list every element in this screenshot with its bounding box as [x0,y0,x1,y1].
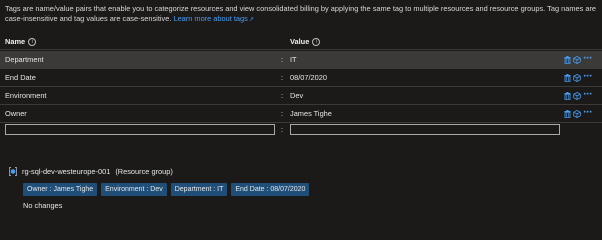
delete-icon[interactable] [563,109,571,118]
row-actions: ··· [563,109,592,118]
more-options-icon[interactable]: ··· [583,73,592,82]
tag-chip: Environment : Dev [101,183,167,196]
value-column-header: Value i [290,37,321,46]
tag-chip: End Date : 08/07/2020 [231,183,310,196]
delete-icon[interactable] [563,55,571,64]
tags-description: Tags are name/value pairs that enable yo… [5,4,597,25]
tag-chip: Owner : James Tighe [23,183,98,196]
tag-colon: : [281,73,284,82]
resource-group-icon [9,167,17,176]
tag-name: Owner [5,109,27,118]
name-header-label: Name [5,37,26,46]
divider [0,122,602,123]
more-options-icon[interactable]: ··· [583,55,592,64]
info-icon[interactable]: i [28,37,37,46]
more-options-icon[interactable]: ··· [583,91,592,100]
tag-row[interactable]: Department : IT ··· [0,51,602,68]
new-tag-colon: : [281,125,284,134]
value-header-label: Value [290,37,310,46]
tag-chips: Owner : James Tighe Environment : Dev De… [23,183,310,196]
divider [0,49,602,50]
resource-cube-icon[interactable] [573,55,581,64]
tag-colon: : [281,91,284,100]
tag-chip: Department : IT [170,183,228,196]
external-link-icon: ↗ [248,17,254,23]
resource-group-type: (Resource group) [115,167,173,176]
new-tag-value-input[interactable] [290,124,560,135]
tag-colon: : [281,109,284,118]
resource-group-name: rg-sql-dev-westeurope-001 [22,167,111,176]
row-actions: ··· [563,73,592,82]
tag-name: Environment [5,91,47,100]
tag-name: Department [5,55,44,64]
description-text: Tags are name/value pairs that enable yo… [5,4,597,23]
row-actions: ··· [563,91,592,100]
change-status: No changes [23,201,63,210]
tag-row[interactable]: Owner : James Tighe ··· [0,105,602,122]
tag-row[interactable]: Environment : Dev ··· [0,87,602,104]
resource-group-header: rg-sql-dev-westeurope-001 (Resource grou… [9,167,173,176]
tag-value: IT [290,55,297,64]
tag-name: End Date [5,73,36,82]
tag-colon: : [281,55,284,64]
tag-value: 08/07/2020 [290,73,327,82]
name-column-header: Name i [5,37,37,46]
resource-cube-icon[interactable] [573,109,581,118]
learn-more-link[interactable]: Learn more about tags [173,14,247,23]
tag-value: Dev [290,91,304,100]
row-actions: ··· [563,55,592,64]
new-tag-name-input[interactable] [5,124,275,135]
more-options-icon[interactable]: ··· [583,109,592,118]
delete-icon[interactable] [563,73,571,82]
resource-cube-icon[interactable] [573,91,581,100]
tag-value: James Tighe [290,109,332,118]
tag-row[interactable]: End Date : 08/07/2020 ··· [0,69,602,86]
info-icon[interactable]: i [312,37,321,46]
delete-icon[interactable] [563,91,571,100]
resource-cube-icon[interactable] [573,73,581,82]
